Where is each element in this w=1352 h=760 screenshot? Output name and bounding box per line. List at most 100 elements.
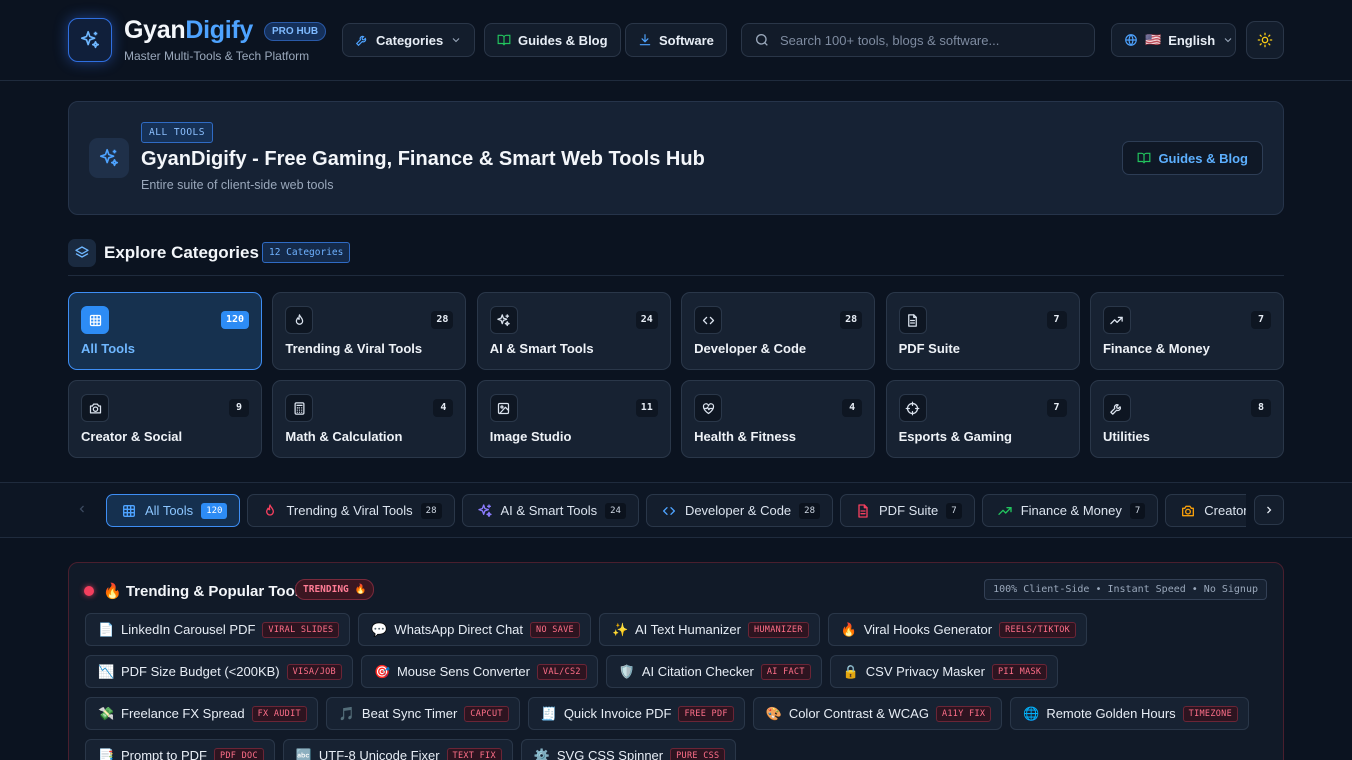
filter-pill-creator-social[interactable]: Creator & Social9 bbox=[1165, 494, 1246, 527]
category-card-ai-smart-tools[interactable]: 24 AI & Smart Tools bbox=[476, 292, 671, 370]
trending-tool-list: 📄 LinkedIn Carousel PDF VIRAL SLIDES 💬 Whats… bbox=[85, 613, 1275, 760]
category-card-developer-code[interactable]: 28 Developer & Code bbox=[681, 292, 876, 370]
tool-label: Remote Golden Hours bbox=[1046, 706, 1176, 721]
pill-count: 7 bbox=[946, 502, 962, 519]
tool-link-beat-sync-timer[interactable]: 🎵 Beat Sync Timer CAPCUT bbox=[325, 697, 520, 730]
file-icon bbox=[855, 503, 871, 519]
filter-pill-trending-viral-tools[interactable]: Trending & Viral Tools 28 bbox=[247, 494, 455, 527]
category-card-pdf-suite[interactable]: 7 PDF Suite bbox=[885, 292, 1080, 370]
guides-blog-button[interactable]: Guides & Blog bbox=[484, 23, 621, 57]
tool-emoji-icon: 🔒 bbox=[842, 663, 859, 679]
tool-link-ai-citation-checker[interactable]: 🛡️ AI Citation Checker AI FACT bbox=[605, 655, 822, 688]
category-label: Esports & Gaming bbox=[898, 429, 1012, 444]
flame-icon bbox=[262, 503, 278, 519]
category-count: 120 bbox=[220, 311, 249, 329]
grid-icon bbox=[121, 503, 137, 519]
camera-icon bbox=[81, 394, 109, 422]
tool-link-freelance-fx-spread[interactable]: 💸 Freelance FX Spread FX AUDIT bbox=[85, 697, 318, 730]
tool-link-linkedin-carousel-pdf[interactable]: 📄 LinkedIn Carousel PDF VIRAL SLIDES bbox=[85, 613, 351, 646]
pill-count: 24 bbox=[605, 502, 626, 519]
tool-link-ai-text-humanizer[interactable]: ✨ AI Text Humanizer HUMANIZER bbox=[598, 613, 820, 646]
search-box[interactable] bbox=[741, 23, 1095, 57]
category-card-utilities[interactable]: 8 Utilities bbox=[1089, 380, 1284, 458]
tool-emoji-icon: 🧾 bbox=[540, 705, 557, 721]
tool-link-utf-8-unicode-fixer[interactable]: 🔤 UTF-8 Unicode Fixer TEXT FIX bbox=[282, 739, 513, 760]
tool-row: 📑 Prompt to PDF PDF DOC 🔤 UTF-8 Unicode Fixe… bbox=[85, 739, 1275, 760]
trending-up-icon bbox=[997, 503, 1013, 519]
category-card-esports-gaming[interactable]: 7 Esports & Gaming bbox=[885, 380, 1080, 458]
software-button[interactable]: Software bbox=[625, 23, 727, 57]
category-count: 7 bbox=[1046, 399, 1067, 417]
tool-tag: VAL/CS2 bbox=[536, 663, 587, 680]
tool-link-remote-golden-hours[interactable]: 🌐 Remote Golden Hours TIMEZONE bbox=[1010, 697, 1249, 730]
tool-tag: REELS/TIKTOK bbox=[999, 621, 1077, 638]
category-card-image-studio[interactable]: 11 Image Studio bbox=[476, 380, 671, 458]
category-grid: 120 All Tools 28 Trending & Viral Tools 24 AI… bbox=[68, 292, 1284, 458]
image-icon bbox=[489, 394, 518, 422]
trending-title: 🔥 Trending & Popular Tools bbox=[103, 583, 308, 600]
pill-label: Trending & Viral Tools bbox=[286, 503, 413, 518]
tool-label: AI Citation Checker bbox=[641, 664, 754, 679]
category-label: Math & Calculation bbox=[285, 429, 403, 444]
filter-pill-ai-smart-tools[interactable]: AI & Smart Tools 24 bbox=[461, 494, 639, 527]
categories-label: Categories bbox=[376, 32, 444, 48]
layers-icon bbox=[68, 239, 96, 267]
tool-emoji-icon: 📄 bbox=[98, 621, 115, 637]
category-card-creator-social[interactable]: 9 Creator & Social bbox=[68, 380, 262, 458]
category-card-math-calculation[interactable]: 4 Math & Calculation bbox=[272, 380, 467, 458]
tool-emoji-icon: 🎵 bbox=[338, 705, 356, 721]
wrench-icon bbox=[1102, 394, 1131, 422]
filter-pill-pdf-suite[interactable]: PDF Suite 7 bbox=[840, 494, 975, 527]
live-dot bbox=[84, 586, 94, 596]
camera-icon bbox=[1180, 503, 1196, 519]
tool-tag: A11Y FIX bbox=[935, 705, 992, 722]
pill-label: Creator & Social bbox=[1204, 503, 1246, 518]
scroll-right-button[interactable] bbox=[1254, 495, 1284, 525]
pill-label: Finance & Money bbox=[1020, 503, 1122, 518]
tool-link-svg-css-spinner[interactable]: ⚙️ SVG CSS Spinner PURE CSS bbox=[520, 739, 737, 760]
tool-link-csv-privacy-masker[interactable]: 🔒 CSV Privacy Masker PII MASK bbox=[829, 655, 1059, 688]
category-card-all-tools[interactable]: 120 All Tools bbox=[68, 292, 262, 370]
tool-link-quick-invoice-pdf[interactable]: 🧾 Quick Invoice PDF FREE PDF bbox=[527, 697, 745, 730]
category-card-trending-viral-tools[interactable]: 28 Trending & Viral Tools bbox=[272, 292, 467, 370]
category-count: 8 bbox=[1250, 399, 1271, 417]
sparkles-icon bbox=[477, 503, 493, 519]
category-count: 9 bbox=[229, 399, 249, 417]
page-title: GyanDigify - Free Gaming, Finance & Smar… bbox=[141, 148, 705, 170]
search-input[interactable] bbox=[780, 32, 1080, 48]
search-icon bbox=[754, 32, 770, 48]
pill-label: Developer & Code bbox=[684, 503, 792, 518]
tool-tag: PDF DOC bbox=[213, 747, 264, 760]
language-selector[interactable]: 🇺🇸 English bbox=[1111, 23, 1236, 57]
pro-hub-badge: PRO HUB bbox=[264, 22, 327, 41]
tool-link-pdf-size-budget-200kb[interactable]: 📉 PDF Size Budget (<200KB) VISA/JOB bbox=[85, 655, 353, 688]
flame-icon bbox=[285, 306, 314, 334]
brand-name[interactable]: GyanDigify bbox=[124, 16, 253, 45]
filter-pill-developer-code[interactable]: Developer & Code 28 bbox=[645, 494, 834, 527]
pill-count: 7 bbox=[1129, 502, 1146, 519]
category-card-health-fitness[interactable]: 4 Health & Fitness bbox=[681, 380, 876, 458]
trending-tools-section: 🔥 Trending & Popular Tools TRENDING 🔥 10… bbox=[68, 562, 1284, 760]
filter-pill-finance-money[interactable]: Finance & Money 7 bbox=[981, 494, 1159, 527]
page-subtitle: Entire suite of client-side web tools bbox=[141, 178, 334, 192]
hero-guides-blog-button[interactable]: Guides & Blog bbox=[1122, 141, 1263, 175]
tool-link-prompt-to-pdf[interactable]: 📑 Prompt to PDF PDF DOC bbox=[85, 739, 275, 760]
categories-dropdown-button[interactable]: Categories bbox=[342, 23, 476, 57]
logo-sparkles-icon[interactable] bbox=[68, 18, 112, 62]
tool-link-whatsapp-direct-chat[interactable]: 💬 WhatsApp Direct Chat NO SAVE bbox=[358, 613, 591, 646]
scroll-left-icon[interactable] bbox=[76, 502, 88, 516]
tool-link-viral-hooks-generator[interactable]: 🔥 Viral Hooks Generator REELS/TIKTOK bbox=[827, 613, 1088, 646]
category-card-finance-money[interactable]: 7 Finance & Money bbox=[1089, 292, 1284, 370]
file-icon bbox=[898, 306, 927, 334]
tool-label: Color Contrast & WCAG bbox=[788, 706, 929, 721]
download-icon bbox=[638, 33, 652, 47]
chevron-right-icon bbox=[1263, 504, 1275, 516]
filter-pill-all-tools[interactable]: All Tools 120 bbox=[106, 494, 241, 527]
category-count: 4 bbox=[842, 399, 863, 417]
theme-toggle-button[interactable] bbox=[1246, 21, 1284, 59]
category-count: 7 bbox=[1046, 311, 1067, 329]
tool-tag: VISA/JOB bbox=[286, 663, 342, 680]
tool-link-mouse-sens-converter[interactable]: 🎯 Mouse Sens Converter VAL/CS2 bbox=[360, 655, 598, 688]
tool-link-color-contrast-wcag[interactable]: 🎨 Color Contrast & WCAG A11Y FIX bbox=[752, 697, 1003, 730]
category-count-badge: 12 Categories bbox=[262, 242, 351, 263]
